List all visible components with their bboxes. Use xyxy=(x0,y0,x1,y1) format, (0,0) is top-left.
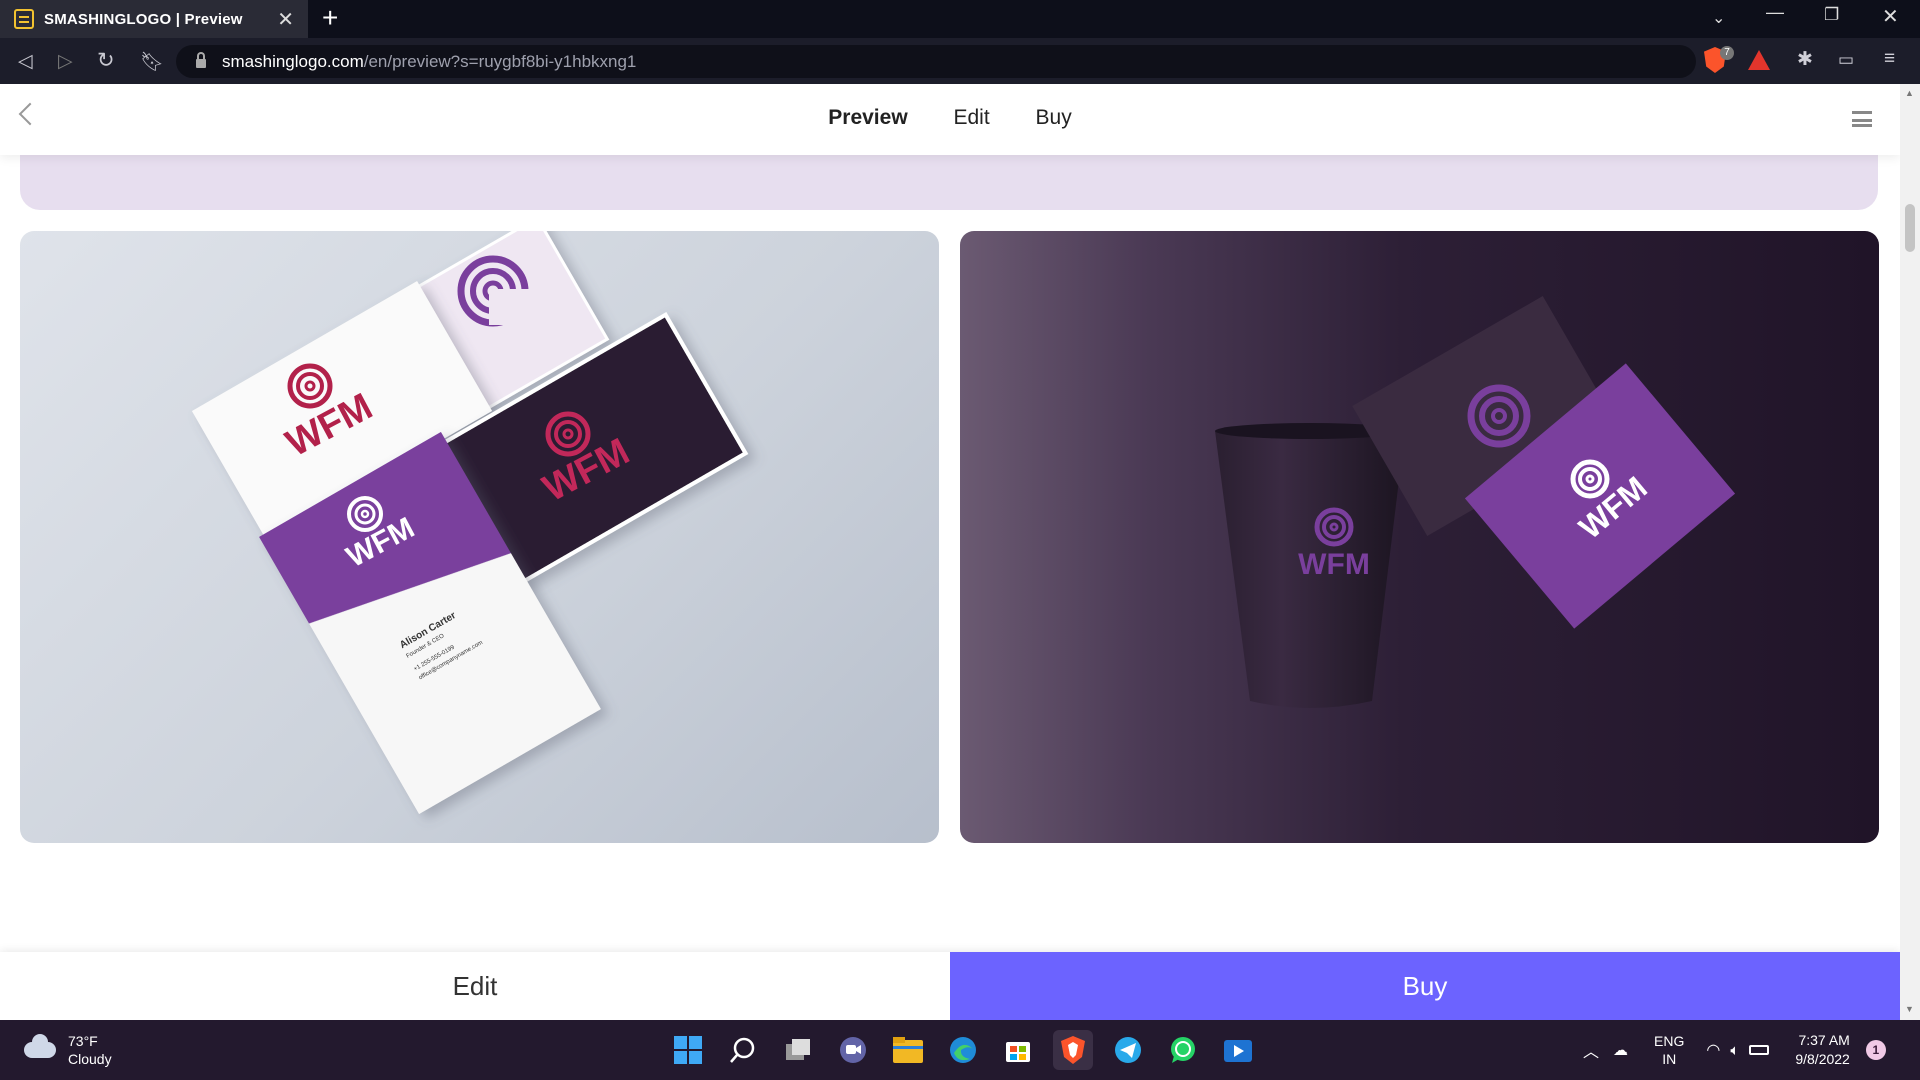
store-icon[interactable] xyxy=(998,1030,1038,1070)
telegram-icon[interactable] xyxy=(1108,1030,1148,1070)
onedrive-icon[interactable]: ☁︎ xyxy=(1613,1041,1628,1059)
weather-widget[interactable]: 73°F Cloudy xyxy=(24,1032,112,1068)
brave-icon[interactable] xyxy=(1053,1030,1093,1070)
weather-condition: Cloudy xyxy=(68,1051,112,1067)
shields-count-badge: 7 xyxy=(1720,46,1734,60)
page-viewport: Preview Edit Buy WFM WFM WFM Alison Cart… xyxy=(0,84,1900,1020)
spiral-logo-icon xyxy=(457,255,529,327)
bookmark-icon[interactable]: 🔖︎ xyxy=(140,50,164,74)
reload-icon[interactable]: ↻ xyxy=(97,48,115,73)
extensions-icon[interactable]: ✱ xyxy=(1797,48,1813,71)
new-tab-button[interactable]: + xyxy=(322,2,338,34)
temperature: 73°F xyxy=(68,1033,98,1049)
url-bar[interactable]: smashinglogo.com/en/preview?s=ruygbf8bi-… xyxy=(176,45,1696,78)
system-tray: ︿ ☁︎ ENG IN ◠ 🔈︎ 7:37 AM 9/8/2022 1 xyxy=(1583,1020,1886,1080)
browser-tab[interactable]: SMASHINGLOGO | Preview ✕ xyxy=(0,0,308,38)
language-indicator[interactable]: ENG IN xyxy=(1654,1032,1684,1068)
address-toolbar: ◁ ▷ ↻ 🔖︎ smashinglogo.com/en/preview?s=r… xyxy=(0,38,1920,84)
url-host: smashinglogo.com xyxy=(222,51,364,71)
hamburger-menu-icon[interactable] xyxy=(1852,111,1872,127)
buy-button[interactable]: Buy xyxy=(950,952,1900,1020)
task-view-icon[interactable] xyxy=(778,1030,818,1070)
smashinglogo-favicon-icon xyxy=(14,9,34,29)
nav-buy[interactable]: Buy xyxy=(1036,106,1072,129)
search-icon[interactable] xyxy=(723,1030,763,1070)
language-code: ENG xyxy=(1654,1033,1685,1049)
business-cards-illustration: WFM WFM WFM Alison Carter Founder & CEO … xyxy=(191,231,749,815)
scrollbar-thumb[interactable] xyxy=(1905,204,1915,252)
tab-close-icon[interactable]: ✕ xyxy=(277,7,294,32)
cloud-icon xyxy=(24,1034,56,1058)
business-card-mockup: WFM WFM WFM Alison Carter Founder & CEO … xyxy=(20,231,939,843)
chat-icon[interactable] xyxy=(833,1030,873,1070)
whatsapp-icon[interactable] xyxy=(1163,1030,1203,1070)
site-header: Preview Edit Buy xyxy=(0,84,1900,155)
edge-icon[interactable] xyxy=(943,1030,983,1070)
page-scrollbar[interactable]: ▲ ▼ xyxy=(1900,84,1920,1020)
scroll-up-arrow-icon[interactable]: ▲ xyxy=(1905,88,1914,98)
volume-icon[interactable]: 🔈︎ xyxy=(1730,1042,1739,1059)
clock-time: 7:37 AM xyxy=(1798,1032,1850,1048)
bottom-action-bar: Edit Buy xyxy=(0,952,1900,1020)
restore-button[interactable]: ❐ xyxy=(1824,5,1839,25)
show-hidden-icons-chevron-icon[interactable]: ︿ xyxy=(1583,1038,1599,1062)
tab-search-chevron-icon[interactable]: ⌄ xyxy=(1712,8,1725,28)
windows-taskbar: 73°F Cloudy ︿ ☁︎ ENG IN ◠ 🔈︎ 7:37 AM 9/8… xyxy=(0,1020,1920,1080)
region-code: IN xyxy=(1662,1051,1677,1067)
header-nav: Preview Edit Buy xyxy=(0,106,1900,130)
file-explorer-icon[interactable] xyxy=(888,1030,928,1070)
brand-wordmark: WFM xyxy=(1298,548,1370,581)
minimize-button[interactable]: — xyxy=(1766,2,1784,23)
notification-badge[interactable]: 1 xyxy=(1865,1040,1886,1060)
start-icon[interactable] xyxy=(668,1030,708,1070)
lock-icon xyxy=(196,52,206,68)
media-player-icon[interactable] xyxy=(1218,1030,1258,1070)
url-path: /en/preview?s=ruygbf8bi-y1hbkxng1 xyxy=(363,51,637,71)
menu-icon[interactable]: ≡ xyxy=(1884,48,1895,70)
forward-icon[interactable]: ▷ xyxy=(58,50,73,73)
close-window-button[interactable]: ✕ xyxy=(1882,4,1899,29)
scroll-down-arrow-icon[interactable]: ▼ xyxy=(1905,1004,1914,1014)
nav-preview[interactable]: Preview xyxy=(828,106,907,129)
edit-button[interactable]: Edit xyxy=(0,952,950,1020)
taskbar-pinned-apps xyxy=(668,1030,1273,1070)
battery-icon[interactable] xyxy=(1749,1045,1770,1055)
browser-title-bar: SMASHINGLOGO | Preview ✕ + ⌄ — ❐ ✕ xyxy=(0,0,1920,38)
tab-title: SMASHINGLOGO | Preview xyxy=(44,10,243,28)
brave-rewards-icon[interactable] xyxy=(1748,50,1770,70)
back-icon[interactable]: ◁ xyxy=(18,50,33,73)
wallet-icon[interactable]: ▭ xyxy=(1838,50,1854,70)
nav-edit[interactable]: Edit xyxy=(954,106,990,129)
cup-mockup: WFM WFM xyxy=(960,231,1879,843)
clock[interactable]: 7:37 AM 9/8/2022 xyxy=(1795,1031,1850,1069)
cup-and-cards-illustration: WFM WFM xyxy=(1215,296,1736,708)
wifi-icon[interactable]: ◠ xyxy=(1706,1040,1720,1060)
clock-date: 9/8/2022 xyxy=(1795,1051,1850,1067)
